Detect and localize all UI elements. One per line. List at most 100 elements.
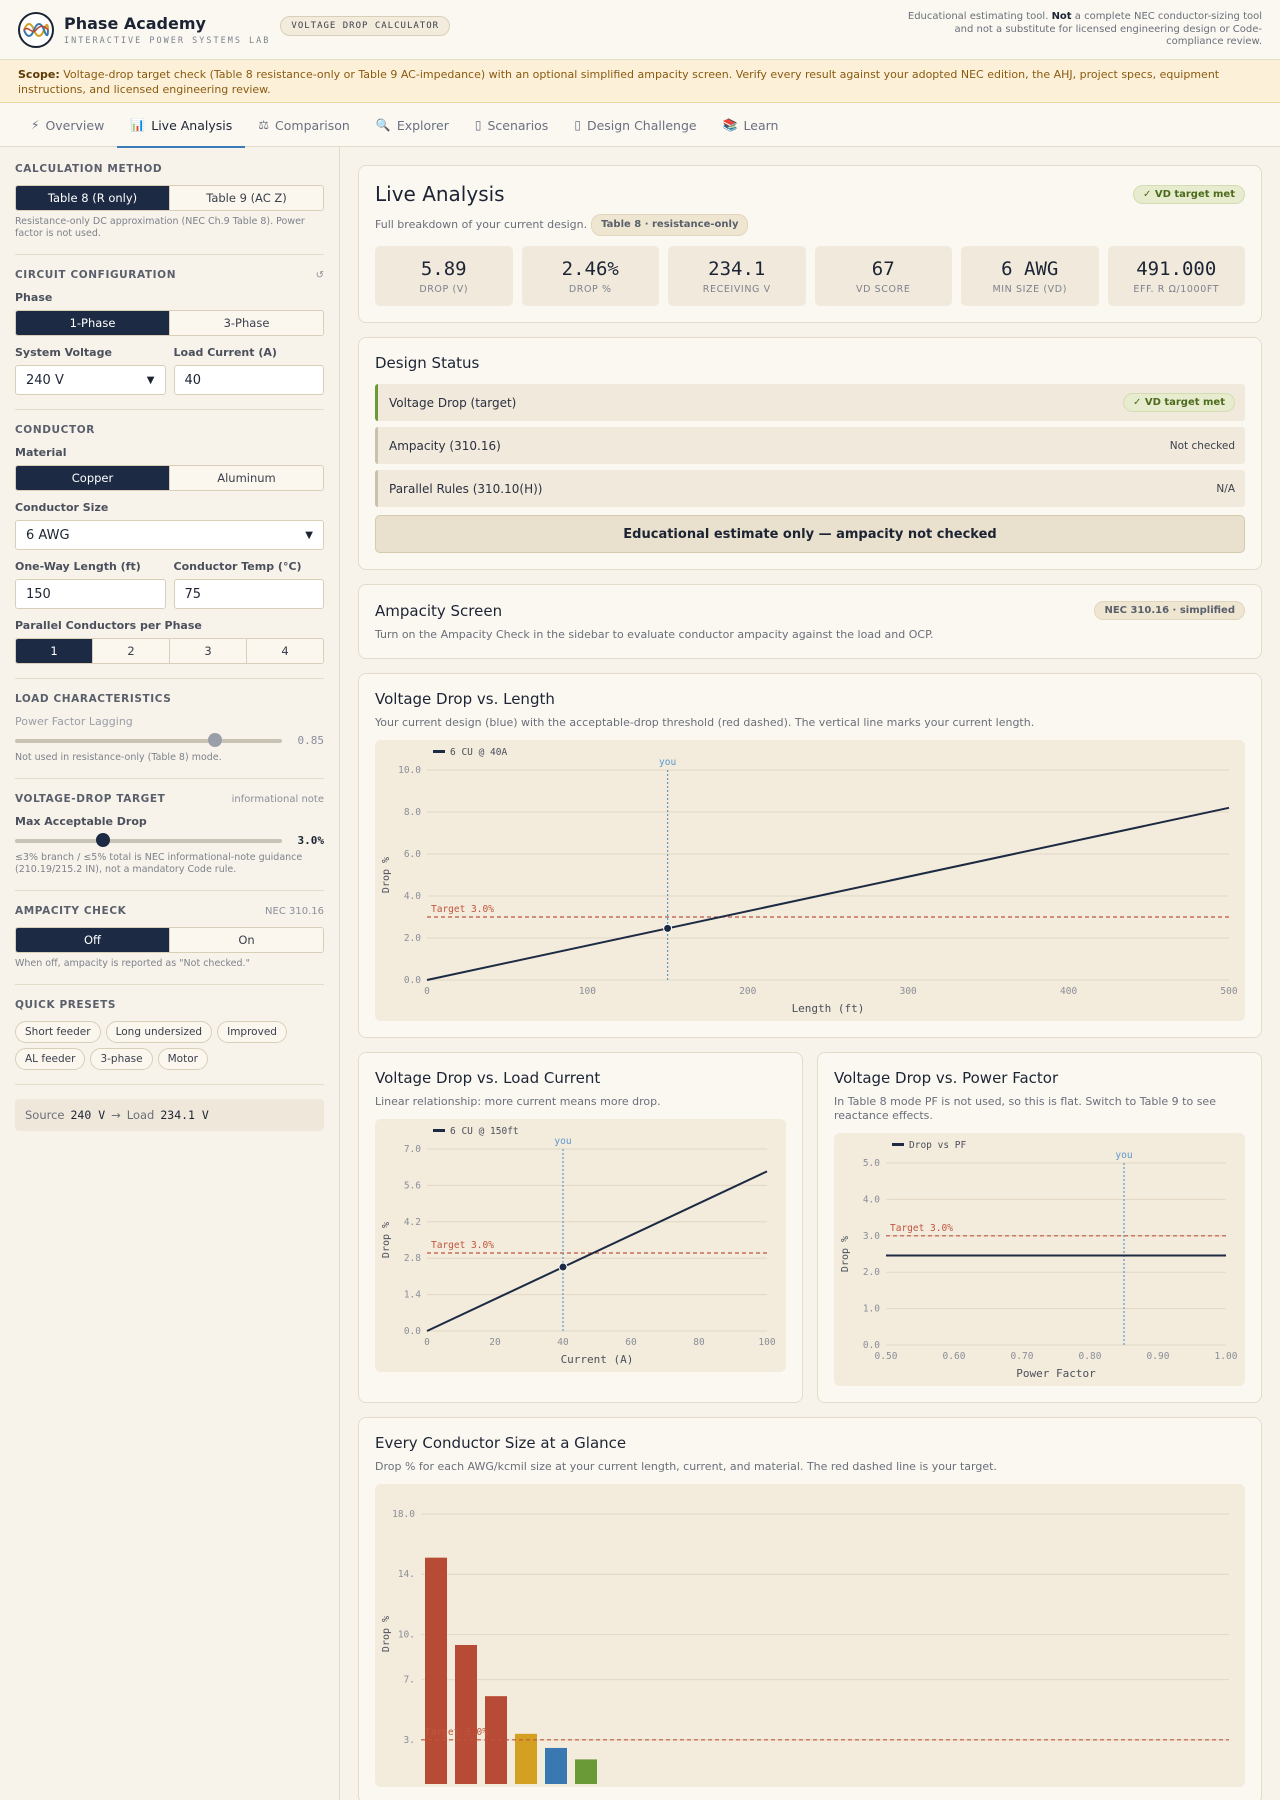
length-input[interactable]: 150 <box>15 579 166 609</box>
voltage-label: System Voltage <box>15 346 112 359</box>
x-tick-label: 300 <box>900 986 917 997</box>
tab-live-analysis[interactable]: 📊 Live Analysis <box>117 103 246 148</box>
reset-icon[interactable]: ↺ <box>316 270 324 281</box>
pf-label: Power Factor Lagging <box>15 715 133 728</box>
vd-current-subtitle: Linear relationship: more current means … <box>375 1095 661 1108</box>
pf-slider[interactable] <box>15 732 282 747</box>
y-tick-label: 1.4 <box>404 1290 421 1301</box>
parallel-3-option[interactable]: 3 <box>170 639 247 663</box>
preset-improved[interactable]: Improved <box>217 1021 287 1043</box>
phase-1-option[interactable]: 1-Phase <box>16 311 170 335</box>
target-slider-thumb[interactable] <box>96 832 111 847</box>
y-tick-label: 0.0 <box>404 975 421 986</box>
y-tick-label: 10.0 <box>398 765 421 776</box>
target-heading: VOLTAGE-DROP TARGET informational note <box>15 793 324 805</box>
current-design-point <box>558 1262 568 1272</box>
method-table9-option[interactable]: Table 9 (AC Z) <box>170 186 323 210</box>
preset-chips: Short feeder Long undersized Improved AL… <box>15 1021 324 1070</box>
metric-receiving-v: 234.1 RECEIVING V <box>668 246 806 306</box>
system-voltage-select[interactable]: 240 V ▼ <box>15 365 166 395</box>
all-sizes-subtitle: Drop % for each AWG/kcmil size at your c… <box>375 1460 997 1473</box>
circuit-heading: CIRCUIT CONFIGURATION ↺ <box>15 269 324 281</box>
load-current-input[interactable]: 40 <box>173 365 324 395</box>
live-subtitle: Full breakdown of your current design. Ta… <box>375 214 1245 236</box>
ampacity-off-option[interactable]: Off <box>16 928 170 952</box>
legend-label: Drop vs PF <box>909 1140 966 1151</box>
parallel-toggle: 1 2 3 4 <box>15 638 324 664</box>
tab-design-challenge[interactable]: ▯ Design Challenge <box>561 103 709 147</box>
target-slider-row: 3.0% <box>15 832 324 847</box>
preset-al-feeder[interactable]: AL feeder <box>15 1048 86 1070</box>
brand-subtitle: INTERACTIVE POWER SYSTEMS LAB <box>64 35 271 46</box>
temp-label: Conductor Temp (°C) <box>173 560 302 573</box>
x-tick-label: 0.80 <box>1079 1351 1102 1362</box>
tab-overview[interactable]: ⚡ Overview <box>18 103 117 147</box>
pf-value: 0.85 <box>297 734 325 747</box>
target-slider[interactable] <box>15 832 282 847</box>
x-axis-label: Current (A) <box>561 1353 634 1366</box>
all-sizes-chart[interactable]: 3. 7. 10. 14. 18.0 Drop % Target 3.0% <box>375 1484 1243 1785</box>
source-load-bar: Source 240 V → Load 234.1 V <box>15 1099 324 1131</box>
vd-pf-card: Voltage Drop vs. Power Factor In Table 8… <box>817 1052 1262 1403</box>
y-tick-label: 7.0 <box>404 1144 421 1155</box>
target-threshold-label: Target 3.0% <box>890 1223 953 1234</box>
vd-current-chart[interactable]: 0.0 1.4 2.8 4.2 5.6 7.0 0 20 40 60 80 100 Current (A… <box>375 1119 785 1369</box>
phase-academy-logo-icon[interactable] <box>18 11 54 48</box>
pf-slider-thumb[interactable] <box>208 732 223 747</box>
preset-long-undersized[interactable]: Long undersized <box>105 1021 213 1043</box>
vd-pf-chart[interactable]: 0.0 1.0 2.0 3.0 4.0 5.0 0.50 0.60 0.70 0.80 0.90 1.… <box>834 1133 1244 1383</box>
all-sizes-title: Every Conductor Size at a Glance <box>375 1434 627 1452</box>
parallel-4-option[interactable]: 4 <box>247 639 323 663</box>
x-tick-label: 0 <box>424 986 430 997</box>
y-axis-label: Drop % <box>840 1236 851 1272</box>
calc-method-toggle: Table 8 (R only) Table 9 (AC Z) <box>15 185 324 211</box>
legend-label: 6 CU @ 150ft <box>450 1126 519 1137</box>
scope-notice: Scope: Voltage-drop target check (Table … <box>0 60 1280 103</box>
ampacity-screen-text: Turn on the Ampacity Check in the sideba… <box>375 628 934 641</box>
vd-current-card: Voltage Drop vs. Load Current Linear rel… <box>358 1052 803 1403</box>
size-label: Conductor Size <box>15 501 109 514</box>
conductor-size-select[interactable]: 6 AWG ▼ <box>15 520 324 550</box>
tab-learn[interactable]: 📚 Learn <box>710 103 792 147</box>
method-table8-option[interactable]: Table 8 (R only) <box>16 186 170 210</box>
x-tick-label: 0 <box>424 1337 430 1348</box>
placeholder-icon: ▯ <box>474 118 482 132</box>
parallel-1-option[interactable]: 1 <box>16 639 93 663</box>
load-heading: LOAD CHARACTERISTICS <box>15 693 172 705</box>
vd-length-title: Voltage Drop vs. Length <box>375 690 555 708</box>
presets-heading: QUICK PRESETS <box>15 999 117 1011</box>
live-analysis-card: Live Analysis ✓ VD target met Full break… <box>358 165 1262 323</box>
design-status-card: Design Status Voltage Drop (target) ✓ VD … <box>358 337 1262 570</box>
y-tick-label: 0.0 <box>863 1340 880 1351</box>
ampacity-heading: AMPACITY CHECK NEC 310.16 <box>15 905 324 917</box>
source-label: Source <box>25 1108 65 1122</box>
vd-current-title: Voltage Drop vs. Load Current <box>375 1069 601 1087</box>
material-aluminum-option[interactable]: Aluminum <box>170 466 323 490</box>
preset-short-feeder[interactable]: Short feeder <box>15 1021 101 1043</box>
x-axis-label: Power Factor <box>1016 1367 1096 1380</box>
books-icon: 📚 <box>722 118 738 132</box>
parallel-2-option[interactable]: 2 <box>93 639 170 663</box>
tab-explorer[interactable]: 🔍 Explorer <box>363 103 462 147</box>
ampacity-on-option[interactable]: On <box>170 928 323 952</box>
phase-3-option[interactable]: 3-Phase <box>170 311 323 335</box>
series-line <box>426 806 1230 981</box>
y-tick-label: 8.0 <box>404 807 421 818</box>
y-tick-label: 4.0 <box>863 1194 880 1205</box>
preset-3-phase[interactable]: 3-phase <box>90 1048 153 1070</box>
temp-input[interactable]: 75 <box>173 579 324 609</box>
x-tick-label: 100 <box>758 1337 775 1348</box>
main-content: Live Analysis ✓ VD target met Full break… <box>340 147 1280 1800</box>
tab-comparison[interactable]: ⚖ Comparison <box>245 103 363 147</box>
design-status-title: Design Status <box>375 354 480 372</box>
vd-length-chart[interactable]: 0.0 2.0 4.0 6.0 8.0 10.0 0 100 200 300 400 500 Lengt… <box>375 740 1243 1018</box>
preset-motor[interactable]: Motor <box>157 1048 208 1070</box>
tab-scenarios[interactable]: ▯ Scenarios <box>462 103 561 147</box>
current-design-point <box>663 923 673 933</box>
phase-toggle: 1-Phase 3-Phase <box>15 310 324 336</box>
y-tick-label: 7. <box>404 1675 415 1686</box>
vd-length-card: Voltage Drop vs. Length Your current des… <box>358 673 1262 1038</box>
material-copper-option[interactable]: Copper <box>16 466 170 490</box>
load-label: Load <box>126 1108 155 1122</box>
x-tick-label: 0.50 <box>875 1351 898 1362</box>
